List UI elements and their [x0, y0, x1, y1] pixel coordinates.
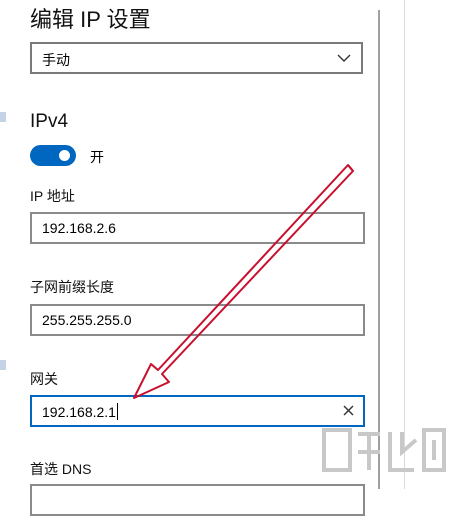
edit-ip-settings-page: 编辑 IP 设置 手动 IPv4 开 IP 地址 192.168.2.6 子网前…: [0, 0, 457, 516]
text-caret: [116, 403, 118, 420]
toggle-knob: [59, 150, 70, 161]
subnet-prefix-input[interactable]: 255.255.255.0: [30, 304, 365, 336]
ip-mode-selected-value: 手动: [42, 52, 70, 68]
ip-address-input[interactable]: 192.168.2.6: [30, 212, 365, 244]
gateway-value: 192.168.2.1: [42, 404, 116, 420]
subnet-prefix-label: 子网前缀长度: [30, 279, 114, 295]
panel-divider: [404, 0, 405, 489]
chevron-down-icon: [337, 54, 351, 62]
ip-address-value: 192.168.2.6: [42, 220, 116, 236]
clear-icon[interactable]: [342, 404, 355, 417]
gateway-input[interactable]: 192.168.2.1: [30, 395, 365, 427]
ip-address-label: IP 地址: [30, 188, 75, 204]
watermark-logo-icon: [322, 428, 446, 472]
background-mark: [0, 360, 6, 370]
ipv4-toggle[interactable]: [30, 145, 76, 166]
background-mark: [0, 112, 6, 122]
gateway-label: 网关: [30, 371, 58, 387]
ip-mode-dropdown[interactable]: 手动: [30, 42, 363, 74]
subnet-prefix-value: 255.255.255.0: [42, 312, 132, 328]
gateway-value-wrap: 192.168.2.1: [42, 403, 118, 420]
preferred-dns-label: 首选 DNS: [30, 461, 92, 477]
scrollbar[interactable]: [378, 10, 380, 489]
ipv4-heading: IPv4: [30, 111, 69, 132]
ipv4-toggle-state-label: 开: [90, 149, 104, 165]
dialog-title: 编辑 IP 设置: [30, 7, 151, 32]
